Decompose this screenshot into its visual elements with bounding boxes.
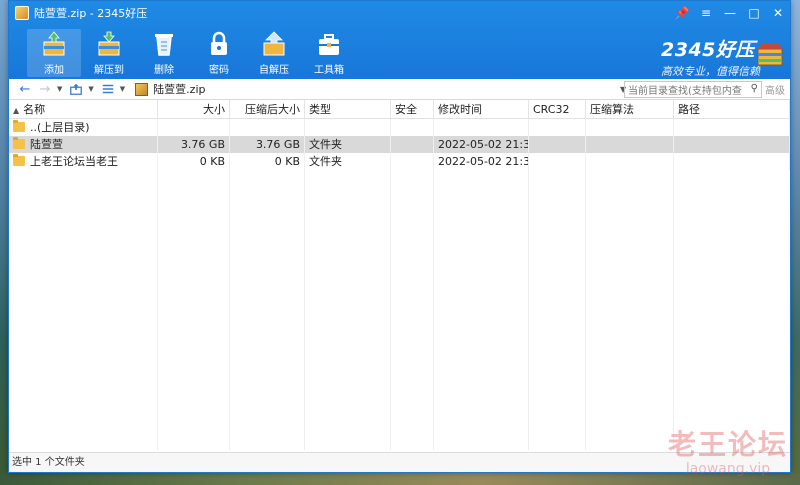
- password-button[interactable]: 密码: [192, 29, 246, 77]
- path-text: 陆萱萱.zip: [153, 83, 206, 96]
- search-icon[interactable]: ⚲: [751, 83, 758, 94]
- row-modified-cell: [434, 119, 529, 136]
- row-path-cell: [674, 136, 790, 153]
- row-size-cell: 3.76 GB: [158, 136, 230, 153]
- history-dropdown-icon[interactable]: ▼: [57, 85, 62, 93]
- row-security-cell: [391, 136, 434, 153]
- pin-icon[interactable]: 📌: [670, 1, 694, 25]
- extract-to-button-label: 解压到: [94, 65, 124, 76]
- menu-icon[interactable]: ≡: [694, 1, 718, 25]
- row-name-cell: 陆萱萱: [9, 136, 158, 153]
- close-button[interactable]: ✕: [766, 1, 790, 25]
- toolbar: 添加 解压到 删除 密码 自解压 工具箱: [27, 29, 357, 77]
- status-bar: 选中 1 个文件夹: [9, 452, 790, 472]
- file-list-header: ▲ 名称 大小 压缩后大小 类型 安全 修改时间 CRC32 压缩算法 路径: [9, 100, 790, 119]
- advanced-search-button[interactable]: 高级: [765, 82, 785, 97]
- row-modified-cell: 2022-05-02 21:3...: [434, 136, 529, 153]
- toolbox-icon: [319, 34, 339, 55]
- table-row[interactable]: ..(上层目录): [9, 119, 790, 136]
- desktop-background-bottom: [0, 473, 800, 485]
- row-security-cell: [391, 119, 434, 136]
- address-bar: ← → ▼ ▼ ▼ 陆萱萱.zip ▼ 当前目录查找(支持包内查 ⚲ 高级: [9, 79, 790, 100]
- row-method-cell: [586, 136, 674, 153]
- add-archive-icon: [43, 31, 65, 56]
- brand-slogan: 高效专业，值得信赖: [661, 65, 760, 78]
- row-crc-cell: [529, 153, 586, 170]
- view-dropdown-icon[interactable]: ▼: [120, 85, 125, 93]
- up-dropdown-icon[interactable]: ▼: [88, 85, 93, 93]
- brand-logo-icon: [757, 43, 783, 66]
- back-arrow-icon[interactable]: ←: [17, 81, 33, 97]
- row-name-cell: ..(上层目录): [9, 119, 158, 136]
- row-size-cell: 0 KB: [158, 153, 230, 170]
- column-method[interactable]: 压缩算法: [586, 100, 674, 119]
- row-packed-cell: 0 KB: [230, 153, 305, 170]
- row-type-cell: 文件夹: [305, 136, 391, 153]
- column-packed-size[interactable]: 压缩后大小: [230, 100, 305, 119]
- brand: 2345好压 高效专业，值得信赖: [661, 35, 783, 79]
- toolbox-button[interactable]: 工具箱: [302, 29, 356, 77]
- forward-arrow-icon[interactable]: →: [37, 81, 53, 97]
- column-security[interactable]: 安全: [391, 100, 434, 119]
- row-method-cell: [586, 119, 674, 136]
- delete-icon: [155, 34, 173, 56]
- extract-to-button[interactable]: 解压到: [82, 29, 136, 77]
- self-extract-icon: [263, 31, 285, 56]
- column-crc32[interactable]: CRC32: [529, 100, 586, 119]
- titlebar: 陆萱萱.zip - 2345好压 📌 ≡ — □ ✕ 添加 解压到 删除 密码 …: [9, 1, 790, 79]
- column-size[interactable]: 大小: [158, 100, 230, 119]
- search-input[interactable]: 当前目录查找(支持包内查 ⚲: [624, 81, 762, 98]
- status-text: 选中 1 个文件夹: [12, 457, 85, 468]
- folder-icon: [13, 154, 25, 166]
- app-icon: [15, 6, 29, 20]
- folder-icon: [13, 137, 25, 149]
- row-packed-cell: 3.76 GB: [230, 136, 305, 153]
- column-path[interactable]: 路径: [674, 100, 790, 119]
- delete-button[interactable]: 删除: [137, 29, 191, 77]
- row-path-cell: [674, 153, 790, 170]
- view-list-icon[interactable]: [100, 81, 116, 97]
- extract-to-icon: [98, 31, 120, 56]
- folder-icon: [13, 120, 25, 132]
- brand-name: 2345好压: [661, 39, 755, 61]
- desktop-background-left: [0, 0, 8, 485]
- row-name-cell: 上老王论坛当老王: [9, 153, 158, 170]
- desktop-background-right: [791, 0, 800, 485]
- maximize-button[interactable]: □: [742, 1, 766, 25]
- column-type[interactable]: 类型: [305, 100, 391, 119]
- search-placeholder: 当前目录查找(支持包内查: [628, 86, 742, 97]
- table-row[interactable]: 上老王论坛当老王 0 KB 0 KB 文件夹 2022-05-02 21:3..…: [9, 153, 790, 170]
- table-row[interactable]: 陆萱萱 3.76 GB 3.76 GB 文件夹 2022-05-02 21:3.…: [9, 136, 790, 153]
- minimize-button[interactable]: —: [718, 1, 742, 25]
- up-folder-icon[interactable]: [68, 81, 84, 97]
- lock-icon: [211, 31, 227, 55]
- delete-button-label: 删除: [154, 65, 174, 76]
- add-button[interactable]: 添加: [27, 29, 81, 77]
- row-path-cell: [674, 119, 790, 136]
- row-packed-cell: [230, 119, 305, 136]
- column-modified[interactable]: 修改时间: [434, 100, 529, 119]
- row-method-cell: [586, 153, 674, 170]
- sort-arrow-icon: ▲: [13, 106, 20, 115]
- row-modified-cell: 2022-05-02 21:3...: [434, 153, 529, 170]
- file-list: ▲ 名称 大小 压缩后大小 类型 安全 修改时间 CRC32 压缩算法 路径 ..…: [9, 100, 790, 450]
- path-field[interactable]: 陆萱萱.zip ▼: [135, 80, 626, 98]
- row-crc-cell: [529, 119, 586, 136]
- self-extract-button-label: 自解压: [259, 65, 289, 76]
- column-name[interactable]: ▲ 名称: [9, 100, 158, 119]
- row-type-cell: 文件夹: [305, 153, 391, 170]
- row-security-cell: [391, 153, 434, 170]
- password-button-label: 密码: [209, 65, 229, 76]
- row-size-cell: [158, 119, 230, 136]
- window-controls: 📌 ≡ — □ ✕: [670, 1, 790, 25]
- app-window: 陆萱萱.zip - 2345好压 📌 ≡ — □ ✕ 添加 解压到 删除 密码 …: [8, 0, 791, 473]
- window-title: 陆萱萱.zip - 2345好压: [34, 7, 148, 20]
- self-extract-button[interactable]: 自解压: [247, 29, 301, 77]
- row-type-cell: [305, 119, 391, 136]
- add-button-label: 添加: [44, 65, 64, 76]
- toolbox-button-label: 工具箱: [314, 65, 344, 76]
- zip-file-icon: [135, 82, 149, 96]
- row-crc-cell: [529, 136, 586, 153]
